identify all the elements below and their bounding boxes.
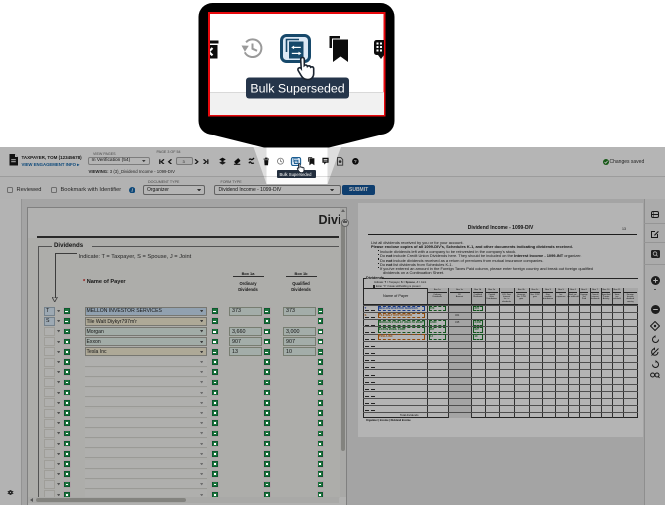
svg-text:Bulk Superseded: Bulk Superseded [250,82,344,96]
